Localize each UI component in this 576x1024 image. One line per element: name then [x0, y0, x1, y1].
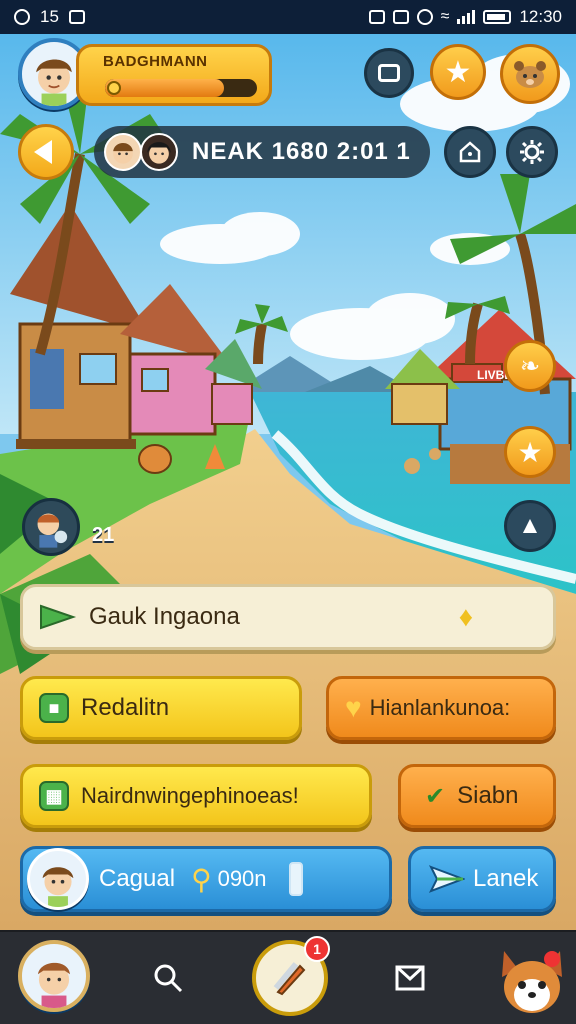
home-button[interactable]: [444, 126, 496, 178]
notification-icon: [14, 9, 30, 25]
redalitn-button[interactable]: ■ Redalitn: [20, 676, 302, 740]
chat-button[interactable]: [364, 48, 414, 98]
shield-icon: ■: [39, 693, 69, 723]
hianlankunoa-button[interactable]: ♥ Hianlankunoa:: [326, 676, 556, 740]
status-time: 12:30: [519, 7, 562, 26]
nav-quest-log[interactable]: 1: [250, 936, 330, 1018]
chat-icon: [378, 64, 400, 82]
main-quest-label: Gauk Ingaona: [89, 603, 240, 630]
friend-face-icon: [113, 143, 133, 164]
xp-progress-fill: [105, 79, 224, 97]
arrow-up-icon: ▲: [518, 512, 542, 539]
settings-gear-icon: [520, 140, 544, 164]
xp-coin-icon: [107, 81, 121, 95]
bottle-icon: [288, 862, 303, 896]
profile-action-button[interactable]: Cagual ⚲ 090n: [20, 846, 392, 912]
send-label: Lanek: [473, 865, 539, 892]
siabn-button[interactable]: ✔ Siabn: [398, 764, 556, 828]
key-icon: ⚲: [191, 863, 212, 895]
move-up-button[interactable]: ▲: [504, 500, 556, 552]
player-name-bar: BADGHMANN: [76, 44, 272, 106]
pet-icon: [514, 61, 546, 88]
nairdnwingephinoeas-button[interactable]: ▦ Nairdnwingephinoeas!: [20, 764, 372, 828]
event-info-bar[interactable]: NEAK 1680 2:01 1: [94, 126, 430, 178]
nav-profile[interactable]: [18, 940, 90, 1012]
wifi-icon: ≈: [440, 8, 450, 25]
battery-icon: [483, 10, 512, 24]
dog-icon: [502, 951, 562, 1013]
nav-search[interactable]: [146, 956, 190, 1000]
send-button[interactable]: Lanek: [408, 846, 556, 912]
mail-icon: [395, 965, 425, 991]
bird-icon: ❧: [519, 352, 541, 380]
signal-icon: [457, 10, 476, 24]
villager-chip[interactable]: [22, 498, 80, 556]
back-button[interactable]: [18, 124, 74, 180]
pet-button[interactable]: [500, 44, 560, 104]
nfc-icon: [392, 10, 409, 24]
siabn-label: Siabn: [457, 782, 519, 809]
status-bar: 15 ≈ 12:30: [0, 0, 576, 34]
notification-badge: 1: [304, 936, 330, 962]
quill-icon: [273, 962, 306, 996]
bottom-navigation: 1: [0, 930, 576, 1024]
villager-face-icon: [37, 513, 68, 548]
redalitn-label: Redalitn: [81, 694, 170, 721]
event-info-text: NEAK 1680 2:01 1: [192, 138, 411, 165]
main-quest-button[interactable]: Gauk Ingaona ♦: [20, 584, 556, 650]
star-icon: ★: [444, 55, 472, 89]
heart-icon: ♥: [345, 692, 362, 723]
hianlankunoa-label: Hianlankunoa:: [369, 695, 511, 720]
play-arrow-icon: [40, 604, 77, 630]
profile-value: 090n: [217, 866, 267, 891]
profile-action-label: Cagual: [99, 865, 176, 892]
villager-count: 21: [92, 524, 115, 546]
nav-pet[interactable]: [492, 936, 572, 1022]
nairdnwingephinoeas-label: Nairdnwingephinoeas!: [81, 783, 299, 808]
nav-mail[interactable]: [388, 956, 432, 1000]
friend-face-icon: [147, 142, 171, 164]
bird-quest-button[interactable]: ❧: [504, 340, 556, 392]
player-name: BADGHMANN: [103, 53, 208, 70]
house-icon: [459, 141, 481, 163]
xp-progress-bar: [105, 79, 257, 97]
star-quest-button[interactable]: ★: [504, 426, 556, 478]
send-icon: [429, 865, 465, 893]
friend-avatar-1[interactable]: [104, 133, 142, 171]
status-left-text: 15: [40, 7, 59, 26]
nav-face-icon: [38, 962, 70, 1008]
box-icon: ▦: [39, 781, 69, 811]
message-icon: [68, 10, 85, 24]
profile-face-icon: [42, 867, 74, 907]
friend-avatar-2[interactable]: [140, 133, 178, 171]
favorites-button[interactable]: ★: [430, 44, 486, 100]
mute-icon: [368, 10, 385, 24]
search-icon: [154, 964, 183, 993]
star-badge-icon: ★: [517, 436, 543, 468]
alarm-icon: [416, 9, 433, 25]
nav-avatar: [18, 940, 90, 1012]
profile-avatar: [27, 848, 89, 910]
settings-button[interactable]: [506, 126, 558, 178]
bell-icon: ♦: [458, 601, 473, 632]
check-icon: ✔: [425, 782, 446, 810]
